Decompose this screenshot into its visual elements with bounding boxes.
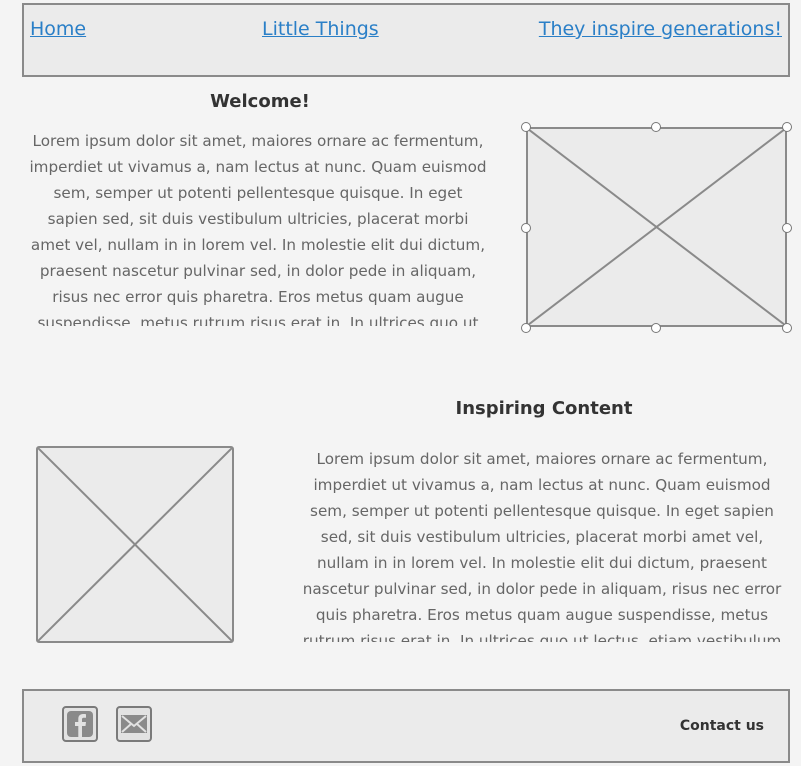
mail-icon[interactable] (116, 706, 152, 742)
footer: Contact us (22, 689, 790, 763)
resize-handle-bottom[interactable] (651, 323, 661, 333)
nav-link-little-things[interactable]: Little Things (262, 17, 379, 41)
nav-link-inspire-generations[interactable]: They inspire generations! (539, 17, 782, 41)
resize-handle-top[interactable] (651, 122, 661, 132)
image-placeholder-welcome[interactable] (526, 127, 787, 327)
resize-handle-bottom-right[interactable] (782, 323, 792, 333)
nav-link-home[interactable]: Home (30, 17, 86, 41)
welcome-heading: Welcome! (210, 91, 310, 112)
image-placeholder-inspiring (36, 446, 234, 643)
facebook-icon[interactable] (62, 706, 98, 742)
contact-us-link[interactable]: Contact us (680, 717, 764, 735)
resize-handle-top-left[interactable] (521, 122, 531, 132)
placeholder-cross-icon (528, 129, 785, 325)
header-nav: Home Little Things They inspire generati… (22, 3, 790, 77)
welcome-text: Lorem ipsum dolor sit amet, maiores orna… (29, 132, 487, 326)
resize-handle-left[interactable] (521, 223, 531, 233)
resize-handle-top-right[interactable] (782, 122, 792, 132)
resize-handle-right[interactable] (782, 223, 792, 233)
resize-handle-bottom-left[interactable] (521, 323, 531, 333)
inspiring-text: Lorem ipsum dolor sit amet, maiores orna… (302, 450, 782, 642)
placeholder-cross-icon (38, 448, 232, 641)
inspiring-heading: Inspiring Content (455, 398, 633, 419)
